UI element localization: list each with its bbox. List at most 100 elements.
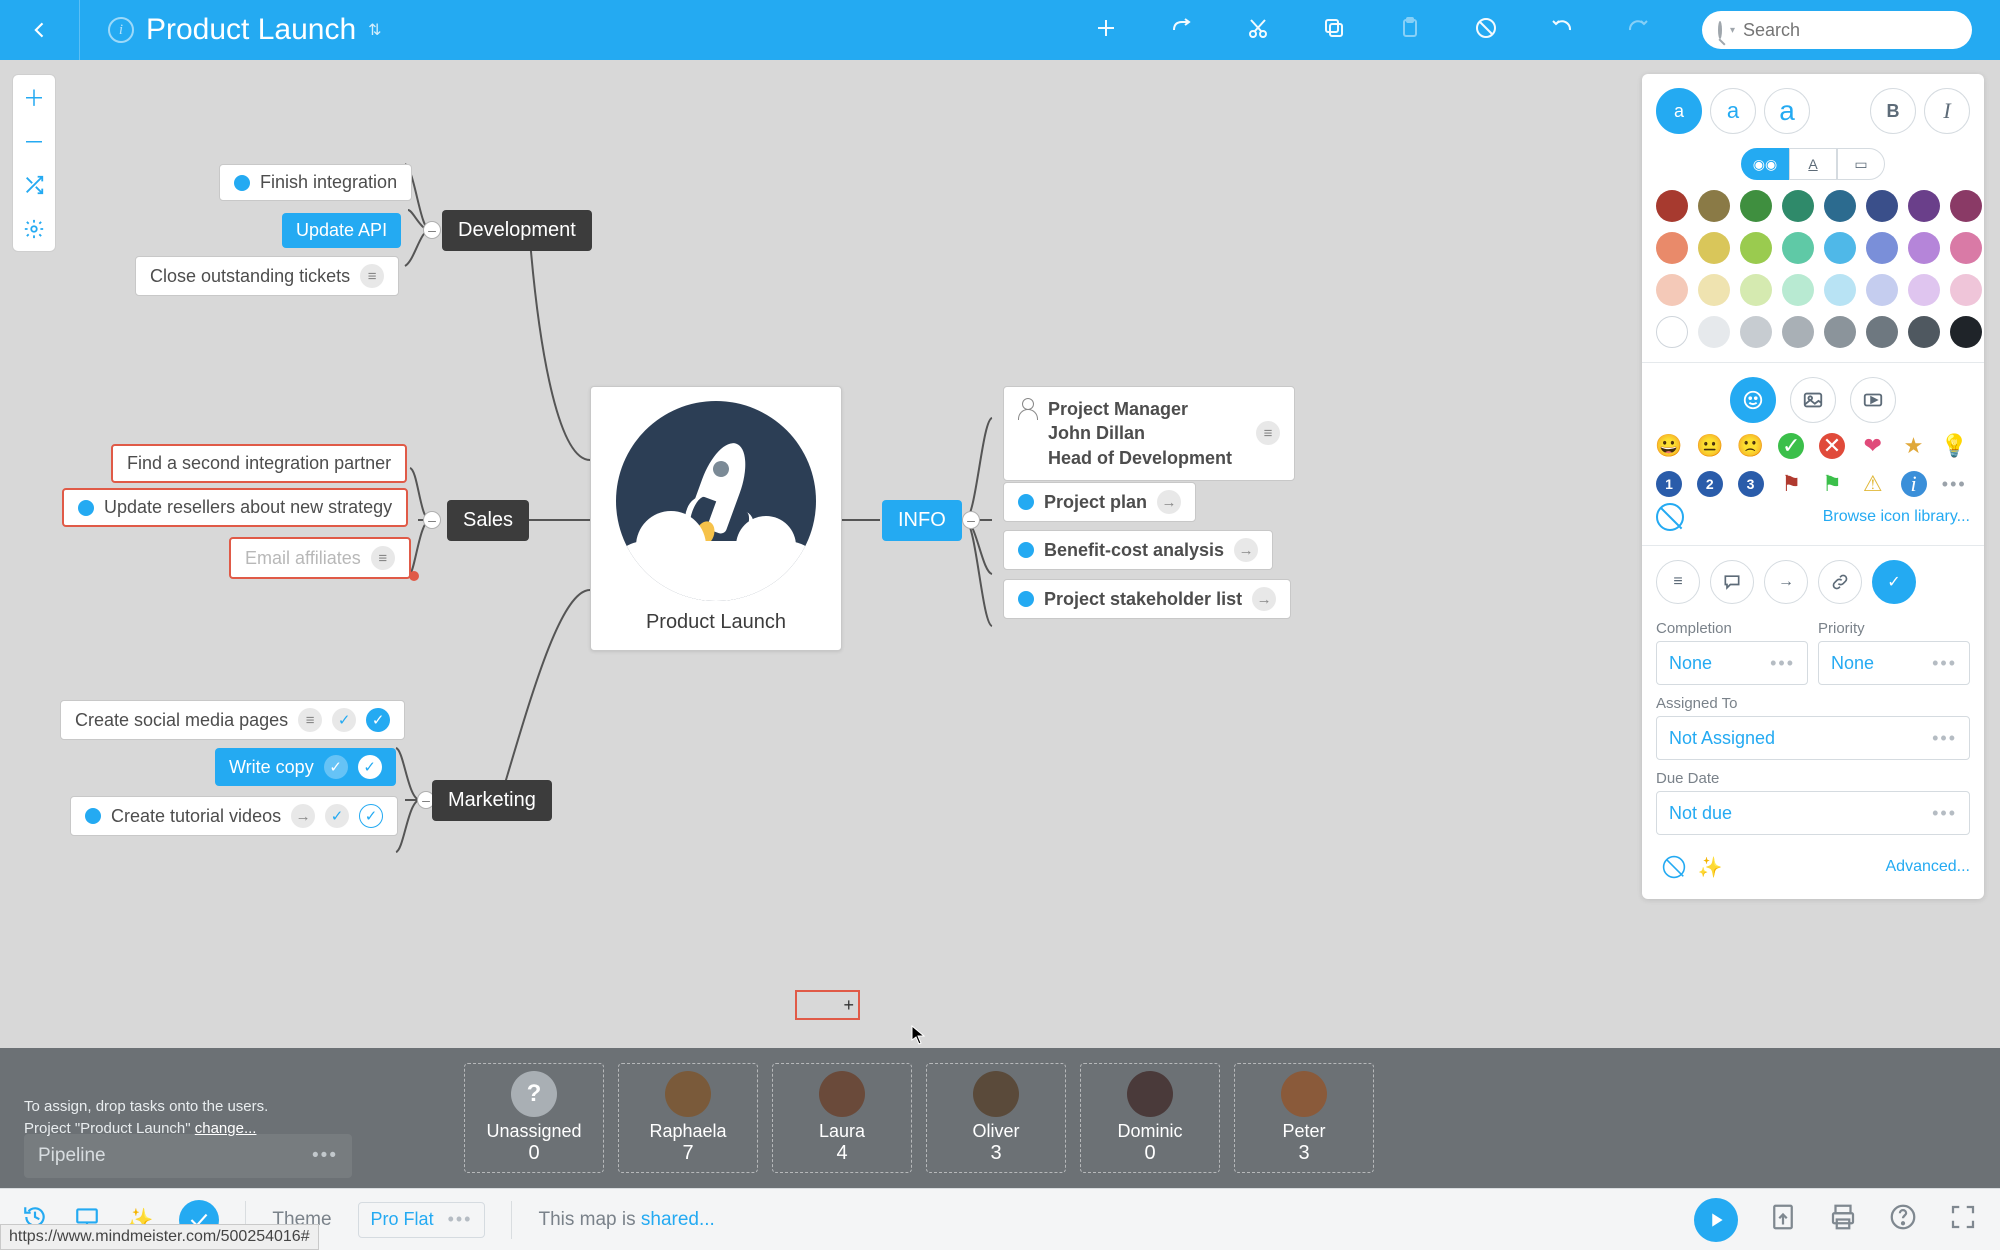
- link-arrow-icon[interactable]: →: [1252, 587, 1276, 611]
- print-button[interactable]: [1828, 1202, 1858, 1237]
- video-tab[interactable]: [1850, 377, 1896, 423]
- color-swatch[interactable]: [1656, 190, 1688, 222]
- undo-button[interactable]: [1550, 16, 1574, 45]
- color-swatch[interactable]: [1782, 316, 1814, 348]
- color-swatch[interactable]: [1950, 274, 1982, 306]
- check-icon[interactable]: ✓: [324, 755, 348, 779]
- image-tab[interactable]: [1790, 377, 1836, 423]
- copy-button[interactable]: [1322, 16, 1346, 45]
- color-swatch[interactable]: [1950, 190, 1982, 222]
- assignee-oliver[interactable]: Oliver3: [926, 1063, 1066, 1173]
- collapse-toggle[interactable]: –: [423, 511, 441, 529]
- emoji-info[interactable]: i: [1901, 471, 1927, 497]
- comment-button[interactable]: [1710, 560, 1754, 604]
- emoji-flag-green[interactable]: ⚑: [1819, 471, 1845, 497]
- emoji-check[interactable]: ✓: [1778, 433, 1804, 459]
- emoji-more[interactable]: •••: [1941, 471, 1967, 497]
- no-icon-button[interactable]: [1656, 503, 1684, 531]
- assignee-peter[interactable]: Peter3: [1234, 1063, 1374, 1173]
- pipeline-select[interactable]: Pipeline•••: [24, 1134, 352, 1178]
- color-swatch[interactable]: [1950, 316, 1982, 348]
- emoji-one[interactable]: 1: [1656, 471, 1682, 497]
- add-task-slot[interactable]: +: [795, 990, 860, 1020]
- link-arrow-button[interactable]: →: [1764, 560, 1808, 604]
- color-swatch[interactable]: [1782, 232, 1814, 264]
- assignee-dominic[interactable]: Dominic0: [1080, 1063, 1220, 1173]
- color-swatch[interactable]: [1908, 274, 1940, 306]
- color-swatch[interactable]: [1908, 190, 1940, 222]
- emoji-neutral[interactable]: 😐: [1697, 433, 1723, 459]
- central-node[interactable]: Product Launch: [590, 386, 842, 651]
- attachment-link-button[interactable]: [1818, 560, 1862, 604]
- completion-select[interactable]: None•••: [1656, 641, 1808, 685]
- color-swatch[interactable]: [1698, 190, 1730, 222]
- drag-handle-icon[interactable]: [409, 571, 419, 581]
- emoji-warning[interactable]: ⚠: [1860, 471, 1886, 497]
- emoji-heart[interactable]: ❤: [1860, 433, 1886, 459]
- color-swatch[interactable]: [1740, 232, 1772, 264]
- color-swatch[interactable]: [1824, 274, 1856, 306]
- text-color-tab[interactable]: A: [1789, 148, 1837, 180]
- node-tutorial-videos[interactable]: Create tutorial videos→✓✓: [70, 796, 398, 836]
- node-project-plan[interactable]: Project plan→: [1003, 482, 1196, 522]
- check-filled-icon[interactable]: ✓: [366, 708, 390, 732]
- emoji-tab[interactable]: [1730, 377, 1776, 423]
- theme-select[interactable]: Pro Flat•••: [358, 1202, 486, 1238]
- search-box[interactable]: ▾: [1702, 11, 1972, 49]
- color-swatch[interactable]: [1824, 316, 1856, 348]
- color-swatch[interactable]: [1866, 274, 1898, 306]
- color-swatch[interactable]: [1656, 316, 1688, 348]
- browse-icons-link[interactable]: Browse icon library...: [1823, 508, 1970, 526]
- color-swatch[interactable]: [1698, 316, 1730, 348]
- delete-button[interactable]: [1474, 16, 1498, 45]
- link-arrow-icon[interactable]: →: [291, 804, 315, 828]
- collapse-toggle[interactable]: –: [423, 221, 441, 239]
- color-swatch[interactable]: [1866, 190, 1898, 222]
- italic-button[interactable]: I: [1924, 88, 1970, 134]
- color-swatch[interactable]: [1824, 232, 1856, 264]
- branch-info[interactable]: INFO: [882, 500, 962, 541]
- color-swatch[interactable]: [1740, 190, 1772, 222]
- color-swatch[interactable]: [1656, 232, 1688, 264]
- magic-wand-button[interactable]: ✨: [1692, 849, 1728, 885]
- paste-button[interactable]: [1398, 16, 1422, 45]
- check-icon[interactable]: ✓: [332, 708, 356, 732]
- clear-task-button[interactable]: [1656, 849, 1692, 885]
- emoji-star[interactable]: ★: [1901, 433, 1927, 459]
- redo-button[interactable]: [1626, 16, 1650, 45]
- link-arrow-icon[interactable]: →: [1157, 490, 1181, 514]
- color-swatch[interactable]: [1866, 232, 1898, 264]
- color-swatch[interactable]: [1908, 316, 1940, 348]
- color-swatch[interactable]: [1824, 190, 1856, 222]
- help-button[interactable]: [1888, 1202, 1918, 1237]
- add-node-button[interactable]: [1094, 16, 1118, 45]
- search-input[interactable]: [1743, 20, 1975, 41]
- node-update-resellers[interactable]: Update resellers about new strategy: [62, 488, 408, 527]
- back-button[interactable]: [0, 0, 80, 60]
- check-icon[interactable]: ✓: [325, 804, 349, 828]
- node-update-api[interactable]: Update API: [282, 213, 401, 248]
- emoji-cross[interactable]: ✕: [1819, 433, 1845, 459]
- node-social-media[interactable]: Create social media pages≡✓✓: [60, 700, 405, 740]
- emoji-three[interactable]: 3: [1738, 471, 1764, 497]
- collapse-toggle[interactable]: –: [962, 511, 980, 529]
- color-swatch[interactable]: [1866, 316, 1898, 348]
- color-swatch[interactable]: [1740, 274, 1772, 306]
- color-swatch[interactable]: [1908, 232, 1940, 264]
- background-color-tab[interactable]: ▭: [1837, 148, 1885, 180]
- task-button[interactable]: ✓: [1872, 560, 1916, 604]
- emoji-sad[interactable]: 🙁: [1738, 433, 1764, 459]
- notes-icon[interactable]: ≡: [298, 708, 322, 732]
- node-email-affiliates[interactable]: Email affiliates≡: [229, 537, 411, 579]
- notes-icon[interactable]: ≡: [360, 264, 384, 288]
- node-project-manager[interactable]: Project Manager John Dillan Head of Deve…: [1003, 386, 1295, 481]
- color-swatch[interactable]: [1740, 316, 1772, 348]
- search-options-icon[interactable]: ▾: [1730, 25, 1735, 36]
- color-swatch[interactable]: [1656, 274, 1688, 306]
- node-find-partner[interactable]: Find a second integration partner: [111, 444, 407, 483]
- notes-icon[interactable]: ≡: [371, 546, 395, 570]
- assignee-unassigned[interactable]: ?Unassigned0: [464, 1063, 604, 1173]
- play-button[interactable]: [1694, 1198, 1738, 1242]
- color-swatch[interactable]: [1698, 274, 1730, 306]
- check-filled-icon[interactable]: ✓: [358, 755, 382, 779]
